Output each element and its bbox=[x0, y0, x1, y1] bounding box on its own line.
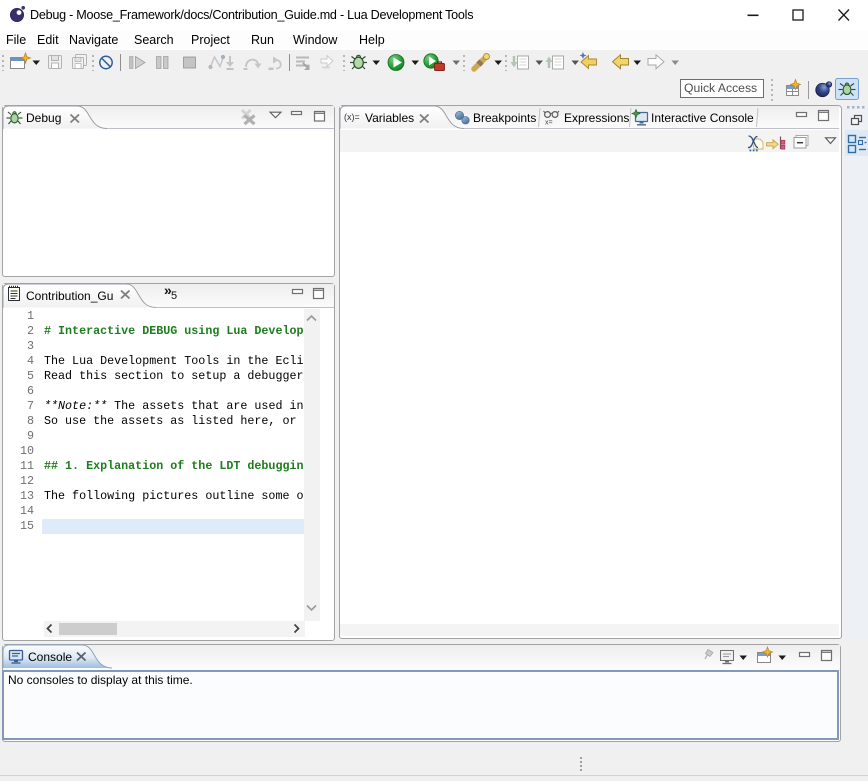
svg-text:x=: x= bbox=[545, 120, 553, 127]
